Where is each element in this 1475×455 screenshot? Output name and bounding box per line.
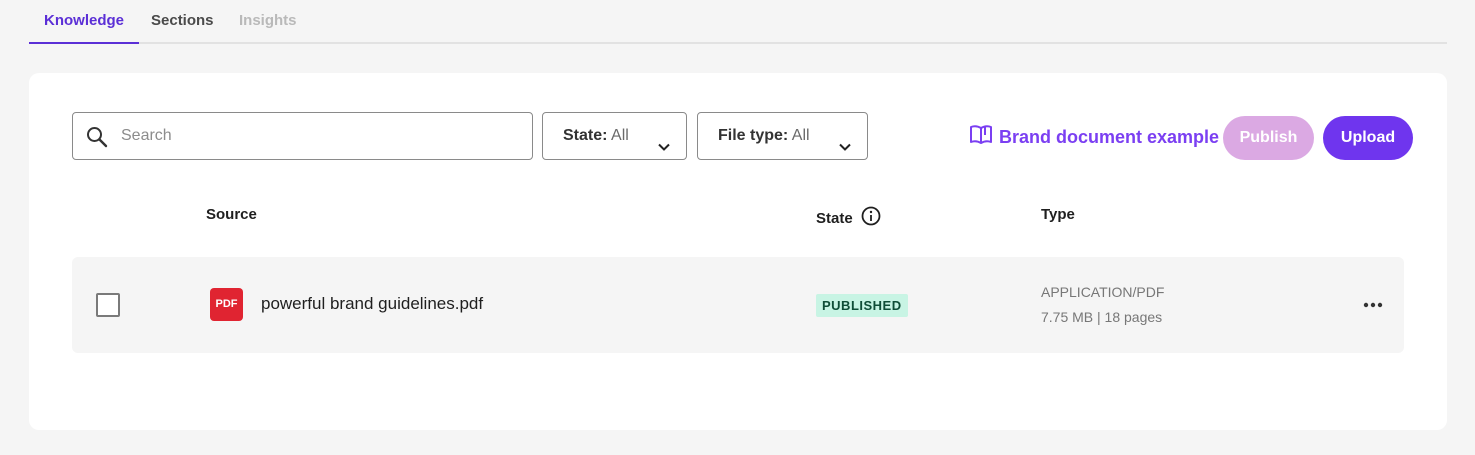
file-meta: 7.75 MB | 18 pages — [1041, 309, 1163, 325]
chevron-down-icon — [656, 128, 672, 151]
state-filter-dropdown[interactable]: State: All — [542, 112, 687, 160]
column-header-source[interactable]: Source — [206, 206, 257, 223]
search-icon — [85, 125, 109, 149]
book-icon — [969, 124, 993, 151]
column-header-state[interactable]: State — [816, 206, 881, 230]
pdf-file-icon: PDF — [210, 288, 243, 321]
tab-insights[interactable]: Insights — [224, 0, 312, 44]
knowledge-card: State: All File type: All Brand document… — [29, 73, 1447, 430]
state-filter-label: State: — [563, 127, 608, 144]
file-name[interactable]: powerful brand guidelines.pdf — [261, 294, 483, 314]
search-box — [72, 112, 533, 160]
brand-document-example-label: Brand document example — [999, 126, 1220, 147]
column-header-type-label: Type — [1041, 206, 1075, 223]
file-mime-type: APPLICATION/PDF — [1041, 284, 1165, 300]
column-header-source-label: Source — [206, 206, 257, 223]
brand-document-example-link[interactable]: Brand document example — [969, 124, 1220, 151]
tab-sections[interactable]: Sections — [136, 0, 229, 44]
file-type-filter-label: File type: — [718, 127, 789, 144]
column-header-type[interactable]: Type — [1041, 206, 1075, 223]
file-type-filter-dropdown[interactable]: File type: All — [697, 112, 868, 160]
publish-button[interactable]: Publish — [1223, 116, 1314, 160]
more-options-icon[interactable] — [1360, 295, 1386, 315]
tab-knowledge[interactable]: Knowledge — [29, 0, 140, 44]
column-header-state-label: State — [816, 209, 853, 227]
search-input[interactable] — [121, 113, 521, 159]
chevron-down-icon — [837, 128, 853, 151]
info-icon[interactable] — [861, 206, 881, 230]
status-badge: PUBLISHED — [816, 294, 908, 317]
file-type-filter-value: All — [791, 127, 810, 144]
upload-button[interactable]: Upload — [1323, 116, 1413, 160]
row-select-checkbox[interactable] — [96, 293, 120, 317]
table-row[interactable]: PDF powerful brand guidelines.pdf PUBLIS… — [72, 257, 1404, 353]
state-filter-value: All — [611, 127, 629, 144]
tab-bar: Knowledge Sections Insights — [29, 0, 1447, 44]
